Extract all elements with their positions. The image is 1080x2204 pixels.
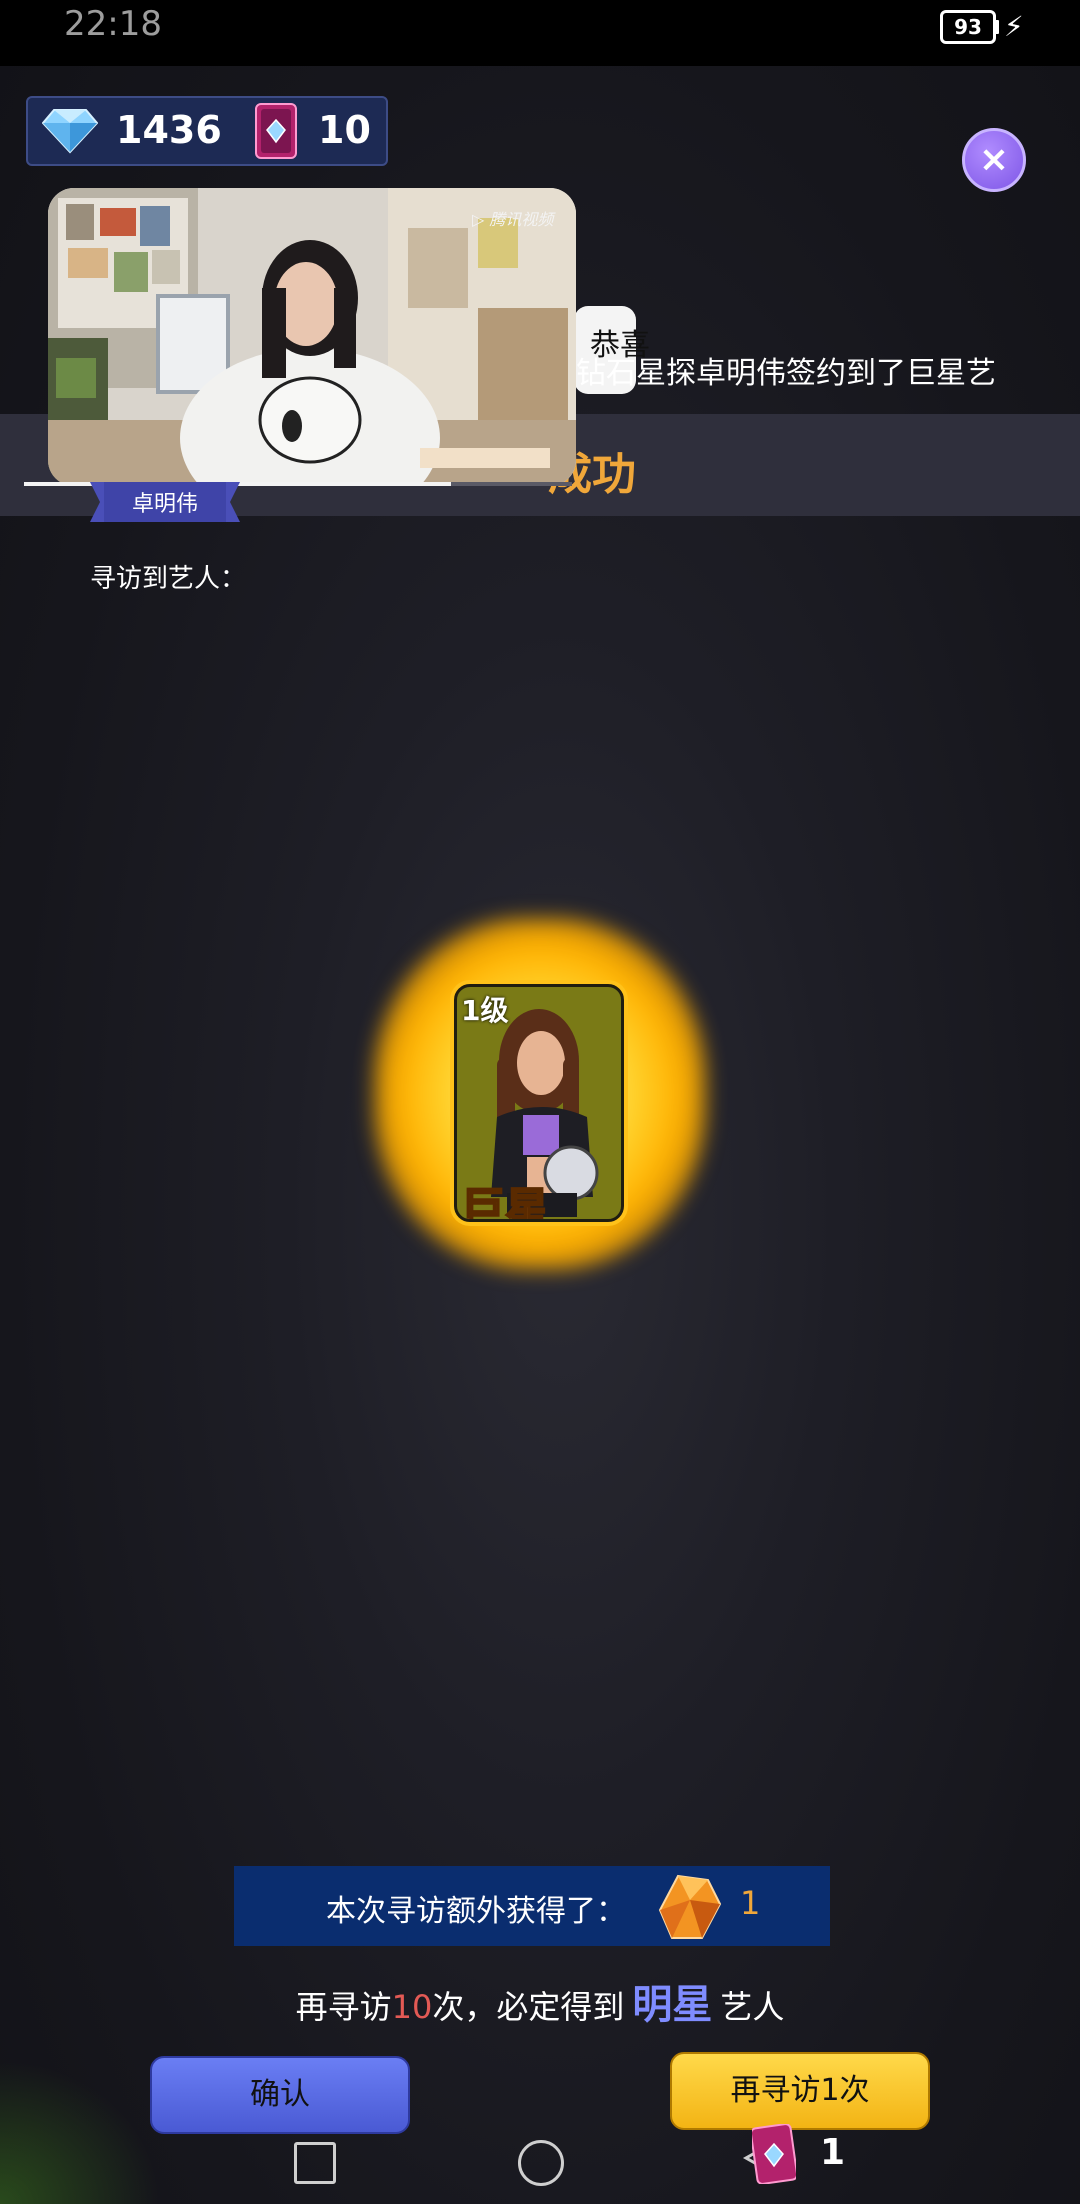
guarantee-text: 再寻访10次，必定得到 明星 艺人 (0, 1972, 1080, 2030)
close-button[interactable]: × (962, 128, 1026, 192)
bonus-text: 本次寻访额外获得了： (326, 1894, 626, 1929)
guarantee-count: 10 (391, 1988, 433, 2026)
diamond-icon (41, 108, 99, 158)
video-watermark: ▷ 腾讯视频 (472, 210, 554, 229)
guarantee-suffix: 艺人 (720, 1988, 785, 2026)
status-bar: 22:18 93 ⚡ (0, 0, 1080, 66)
visited-artist-label: 寻访到艺人： (90, 564, 247, 594)
ticker-message: 钻石星探卓明伟签约到了巨星艺人 (576, 356, 994, 391)
diamond-count: 1436 (116, 108, 222, 152)
battery-icon: 93 (940, 10, 996, 44)
home-icon[interactable] (518, 2140, 564, 2186)
battery-nub (994, 20, 999, 34)
status-time: 22:18 (64, 4, 162, 44)
scout-name: 卓明伟 (131, 492, 198, 517)
revisit-once-button[interactable]: 再寻访1次 (670, 2052, 930, 2130)
card-count: 10 (318, 108, 371, 152)
orange-gem-icon (658, 1872, 722, 1946)
news-ticker: 恭喜 钻石星探卓明伟签约到了巨星艺人 (574, 306, 994, 430)
recent-apps-icon[interactable] (294, 2142, 336, 2184)
charging-icon: ⚡ (1004, 10, 1024, 43)
close-icon: × (978, 139, 1010, 180)
guarantee-rank: 明星 (632, 1982, 713, 2028)
scout-name-ribbon: 卓明伟 (90, 482, 240, 522)
artist-rank: 巨星 (460, 1183, 550, 1222)
artist-level: 1级 (461, 994, 509, 1027)
bonus-panel: 本次寻访额外获得了： 1 (234, 1866, 830, 1946)
bonus-count: 1 (740, 1884, 761, 1922)
video-player[interactable]: ▷ 腾讯视频 (48, 188, 576, 486)
corner-glow (0, 2060, 160, 2204)
visit-card-icon (254, 102, 298, 164)
video-frame (48, 188, 576, 486)
currency-bar: 1436 10 (26, 96, 388, 166)
artist-card[interactable]: 1级 巨星 (454, 984, 624, 1222)
guarantee-prefix: 再寻访 (295, 1988, 392, 2026)
confirm-button[interactable]: 确认 (150, 2056, 410, 2134)
guarantee-middle: 次，必定得到 (432, 1988, 625, 2026)
floating-card-icon[interactable] (749, 2123, 799, 2188)
floating-card-count: 1 (820, 2132, 846, 2173)
